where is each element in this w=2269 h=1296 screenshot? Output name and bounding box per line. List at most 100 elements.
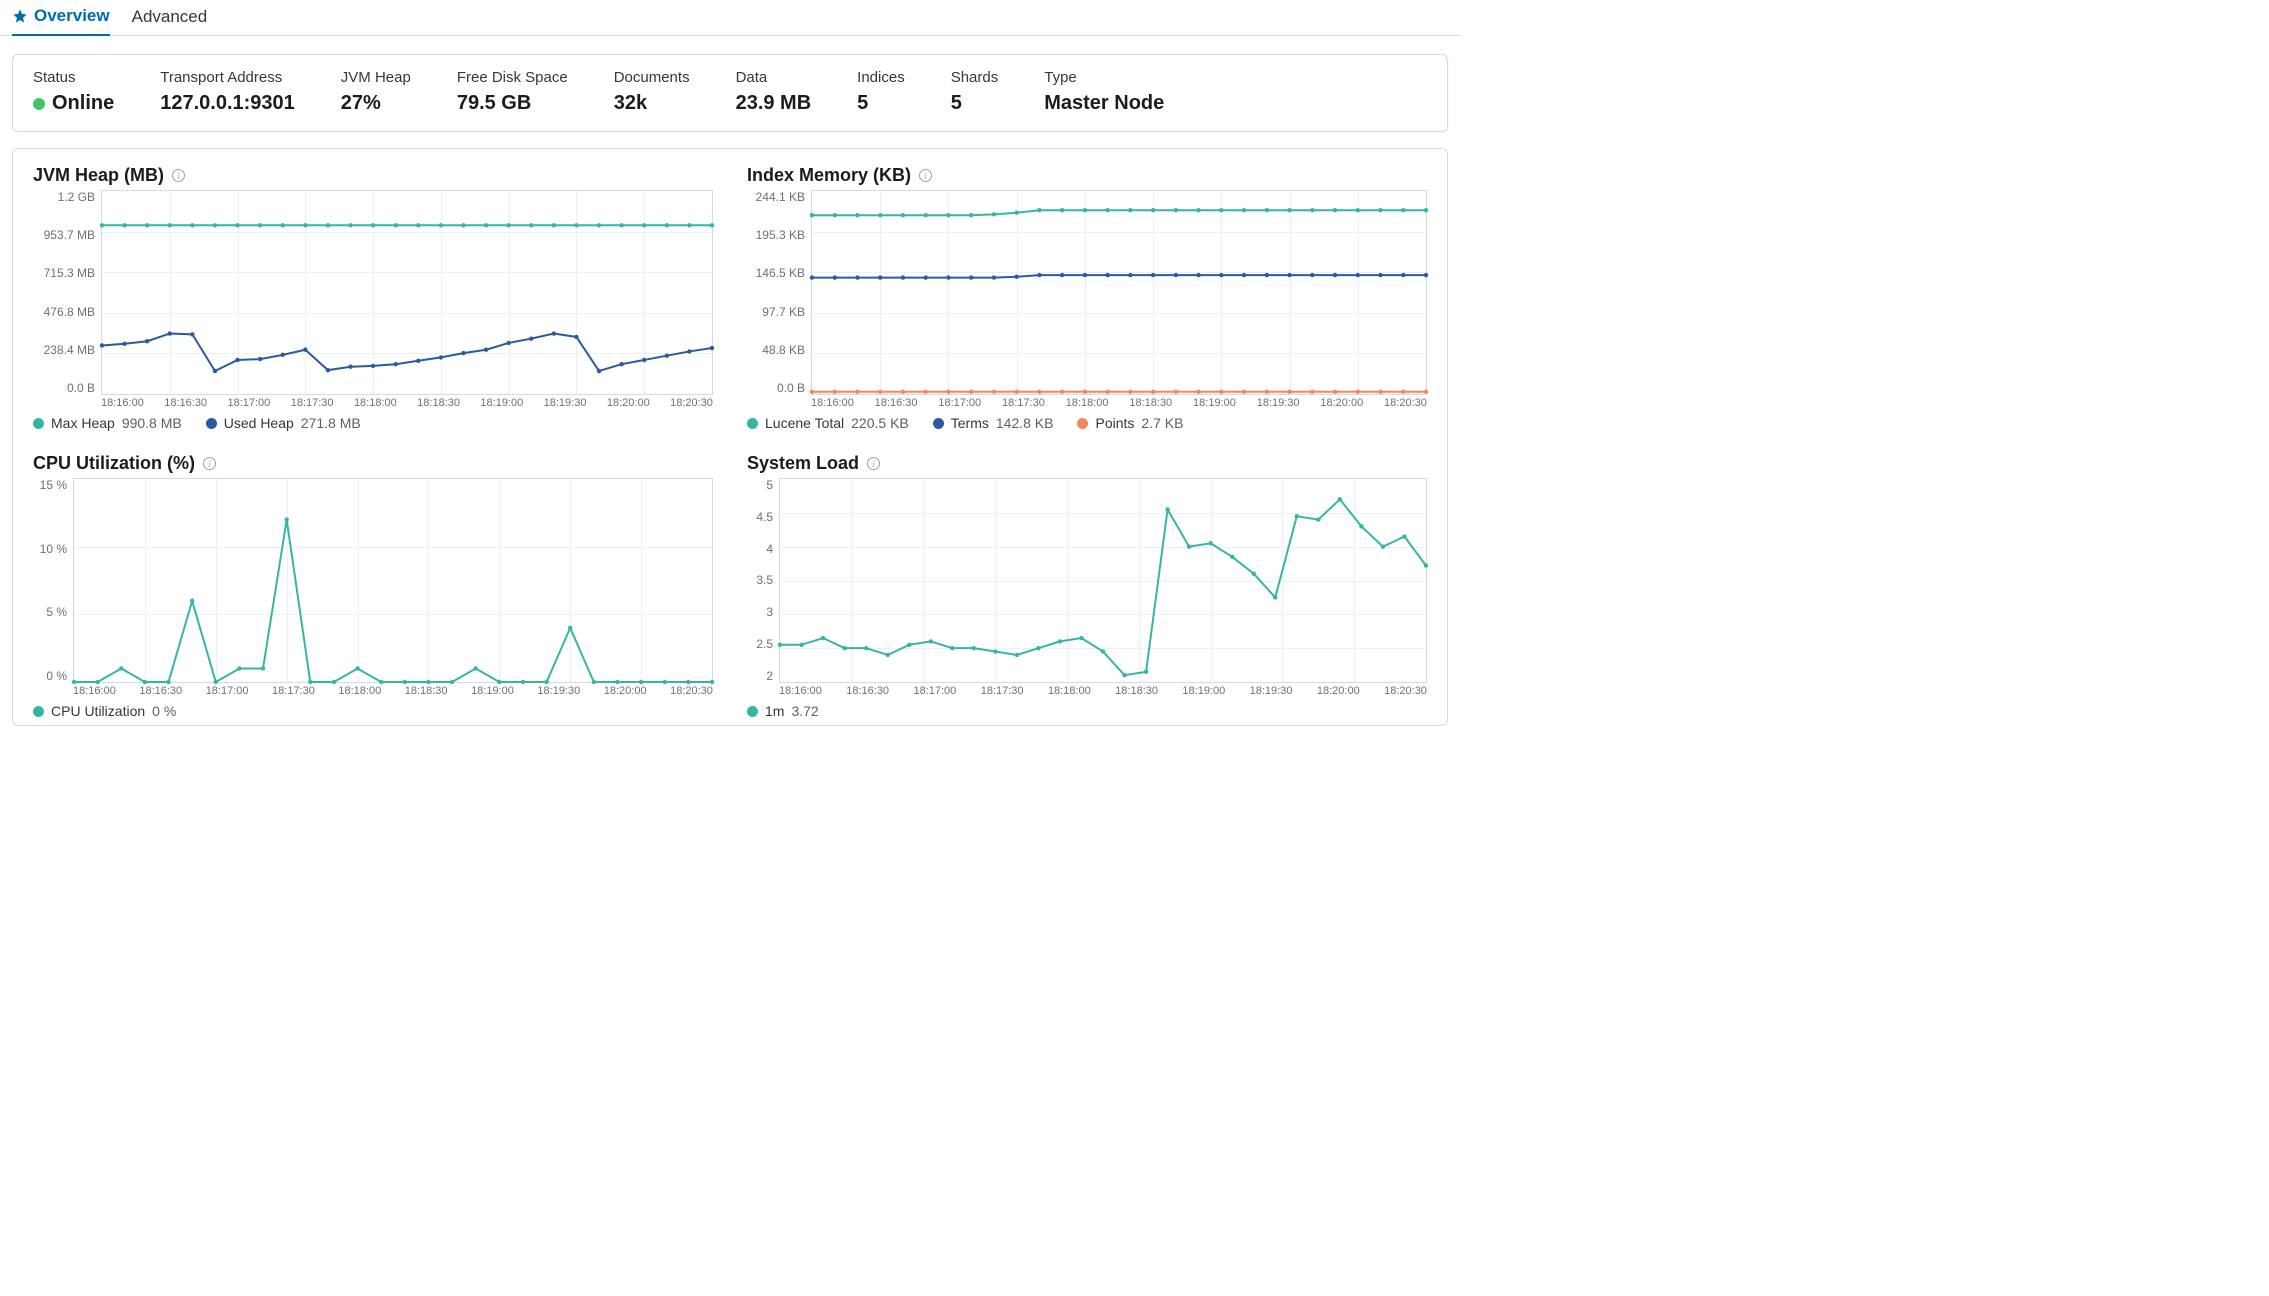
x-tick-label: 18:17:00 bbox=[227, 397, 270, 409]
x-tick-label: 18:16:30 bbox=[846, 685, 889, 697]
x-tick-label: 18:19:00 bbox=[1182, 685, 1225, 697]
legend-swatch-icon bbox=[33, 706, 44, 717]
tabs: Overview Advanced bbox=[0, 0, 1460, 36]
x-tick-label: 18:20:30 bbox=[1384, 397, 1427, 409]
y-tick-label: 953.7 MB bbox=[44, 228, 95, 242]
chart-plot[interactable]: 54.543.532.52 bbox=[747, 478, 1427, 683]
stat-jvm-value: 27% bbox=[341, 92, 411, 115]
legend-swatch-icon bbox=[33, 418, 44, 429]
y-tick-label: 244.1 KB bbox=[756, 190, 805, 204]
stat-transport: Transport Address 127.0.0.1:9301 bbox=[160, 69, 295, 115]
x-tick-label: 18:20:30 bbox=[1384, 685, 1427, 697]
info-icon[interactable]: i bbox=[867, 457, 880, 470]
info-icon[interactable]: i bbox=[172, 169, 185, 182]
legend-value: 2.7 KB bbox=[1141, 415, 1183, 431]
grid-box bbox=[73, 478, 713, 683]
stat-shards-value: 5 bbox=[951, 92, 999, 115]
legend-name: Used Heap bbox=[224, 415, 294, 431]
chart-cpu: CPU Utilization (%)i15 %10 %5 %0 %18:16:… bbox=[33, 453, 713, 719]
y-tick-label: 2 bbox=[766, 669, 773, 683]
legend-value: 220.5 KB bbox=[851, 415, 909, 431]
x-tick-label: 18:16:00 bbox=[811, 397, 854, 409]
y-tick-label: 5 % bbox=[46, 605, 67, 619]
x-tick-label: 18:16:30 bbox=[139, 685, 182, 697]
stat-indices-label: Indices bbox=[857, 69, 905, 86]
legend-swatch-icon bbox=[747, 706, 758, 717]
legend-value: 990.8 MB bbox=[122, 415, 182, 431]
legend-swatch-icon bbox=[747, 418, 758, 429]
y-tick-label: 146.5 KB bbox=[756, 266, 805, 280]
x-tick-label: 18:20:00 bbox=[1320, 397, 1363, 409]
legend-item[interactable]: Lucene Total220.5 KB bbox=[747, 415, 909, 431]
x-tick-label: 18:16:00 bbox=[73, 685, 116, 697]
x-tick-label: 18:17:00 bbox=[938, 397, 981, 409]
stat-transport-value: 127.0.0.1:9301 bbox=[160, 92, 295, 115]
y-tick-label: 0.0 B bbox=[67, 381, 95, 395]
legend-item[interactable]: Terms142.8 KB bbox=[933, 415, 1054, 431]
stat-data-label: Data bbox=[736, 69, 812, 86]
chart-system-load: System Load i 54.543.532.52 18:16:00 18:16:3… bbox=[747, 453, 1427, 719]
chart-legend: Lucene Total220.5 KB Terms142.8 KB Points 2… bbox=[747, 415, 1427, 431]
stat-disk-label: Free Disk Space bbox=[457, 69, 568, 86]
stat-type-value: Master Node bbox=[1044, 92, 1164, 115]
x-tick-label: 18:20:30 bbox=[670, 685, 713, 697]
chart-legend: Max Heap 990.8 MB Used Heap271.8 MB bbox=[33, 415, 713, 431]
stat-docs-value: 32k bbox=[614, 92, 690, 115]
x-tick-label: 18:16:30 bbox=[164, 397, 207, 409]
stat-indices-value: 5 bbox=[857, 92, 905, 115]
x-tick-label: 18:17:00 bbox=[913, 685, 956, 697]
chart-plot[interactable]: 1.2 GB953.7 MB715.3 MB476.8 MB238.4 MB0.… bbox=[33, 190, 713, 395]
legend-item[interactable]: Used Heap271.8 MB bbox=[206, 415, 361, 431]
x-tick-label: 18:18:30 bbox=[1115, 685, 1158, 697]
y-tick-label: 0 % bbox=[46, 669, 67, 683]
legend-item[interactable]: Max Heap 990.8 MB bbox=[33, 415, 182, 431]
y-tick-label: 48.8 KB bbox=[762, 343, 805, 357]
chart-title: JVM Heap (MB) bbox=[33, 165, 164, 186]
x-tick-label: 18:20:00 bbox=[1317, 685, 1360, 697]
legend-item[interactable]: 1m3.72 bbox=[747, 703, 819, 719]
y-tick-label: 97.7 KB bbox=[762, 305, 805, 319]
x-tick-label: 18:19:00 bbox=[480, 397, 523, 409]
info-icon[interactable]: i bbox=[919, 169, 932, 182]
chart-index-memory: Index Memory (KB)i244.1 KB195.3 KB146.5 … bbox=[747, 165, 1427, 431]
x-tick-label: 18:18:30 bbox=[1129, 397, 1172, 409]
x-tick-label: 18:18:30 bbox=[405, 685, 448, 697]
y-tick-label: 476.8 MB bbox=[44, 305, 95, 319]
x-tick-label: 18:18:00 bbox=[338, 685, 381, 697]
y-tick-label: 0.0 B bbox=[777, 381, 805, 395]
stat-shards: Shards 5 bbox=[951, 69, 999, 115]
stat-panel: Status Online Transport Address 127.0.0.… bbox=[12, 54, 1448, 132]
tab-overview[interactable]: Overview bbox=[12, 0, 110, 36]
grid-box bbox=[779, 478, 1427, 683]
legend-value: 142.8 KB bbox=[996, 415, 1054, 431]
x-tick-label: 18:19:00 bbox=[471, 685, 514, 697]
star-icon bbox=[12, 8, 28, 24]
stat-jvm-label: JVM Heap bbox=[341, 69, 411, 86]
chart-title: CPU Utilization (%) bbox=[33, 453, 195, 474]
x-tick-label: 18:20:00 bbox=[604, 685, 647, 697]
legend-swatch-icon bbox=[933, 418, 944, 429]
legend-name: CPU Utilization bbox=[51, 703, 145, 719]
chart-jvm-heap: JVM Heap (MB) i 1.2 GB953.7 MB715.3 MB476.… bbox=[33, 165, 713, 431]
stat-disk: Free Disk Space 79.5 GB bbox=[457, 69, 568, 115]
stat-indices: Indices 5 bbox=[857, 69, 905, 115]
chart-title: System Load bbox=[747, 453, 859, 474]
legend-name: Points bbox=[1095, 415, 1134, 431]
info-icon[interactable]: i bbox=[203, 457, 216, 470]
chart-plot[interactable]: 15 %10 %5 %0 % bbox=[33, 478, 713, 683]
x-tick-label: 18:17:30 bbox=[272, 685, 315, 697]
legend-item[interactable]: CPU Utilization 0 % bbox=[33, 703, 176, 719]
x-tick-label: 18:16:00 bbox=[779, 685, 822, 697]
chart-plot[interactable]: 244.1 KB195.3 KB146.5 KB97.7 KB48.8 KB0.… bbox=[747, 190, 1427, 395]
x-tick-label: 18:20:30 bbox=[670, 397, 713, 409]
x-tick-label: 18:16:00 bbox=[101, 397, 144, 409]
stat-disk-value: 79.5 GB bbox=[457, 92, 568, 115]
tab-advanced[interactable]: Advanced bbox=[132, 0, 208, 35]
x-tick-label: 18:19:30 bbox=[537, 685, 580, 697]
legend-value: 3.72 bbox=[791, 703, 818, 719]
stat-status-label: Status bbox=[33, 69, 114, 86]
y-tick-label: 10 % bbox=[40, 542, 67, 556]
legend-value: 0 % bbox=[152, 703, 176, 719]
legend-item[interactable]: Points 2.7 KB bbox=[1077, 415, 1183, 431]
legend-name: Max Heap bbox=[51, 415, 115, 431]
